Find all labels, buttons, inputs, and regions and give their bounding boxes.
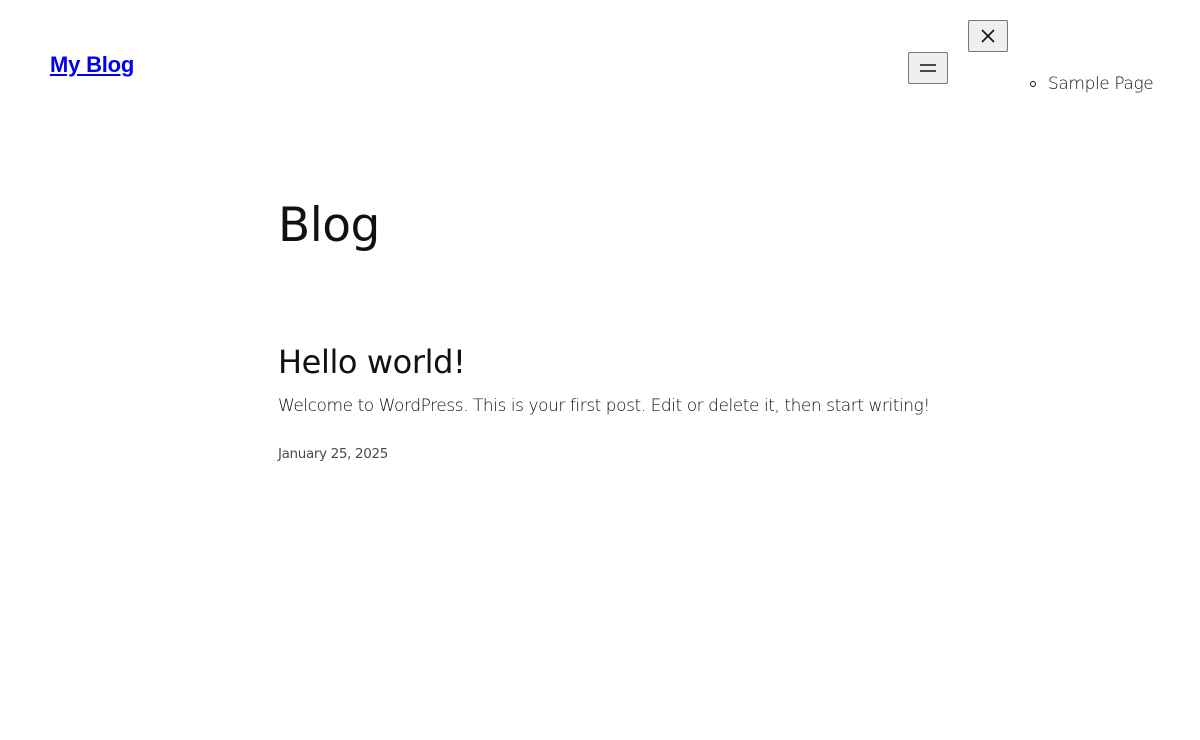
page-title: Blog [278,198,380,253]
close-icon [980,28,996,44]
post-title-link[interactable]: Hello world! [278,343,466,381]
nav-item-sample-page: Sample Page [1030,70,1154,98]
hamburger-icon [919,63,937,73]
site-title[interactable]: My Blog [50,52,134,78]
post-date: January 25, 2025 [278,446,978,462]
menu-close-button[interactable] [968,20,1008,52]
post-item: Hello world! Welcome to WordPress. This … [278,343,978,462]
list-bullet-icon [1030,81,1036,87]
page: My Blog Sample Page Blog Hello world! We… [0,0,1200,740]
post-date-link[interactable]: January 25, 2025 [278,446,388,462]
post-title: Hello world! [278,343,978,381]
nav-link-sample-page[interactable]: Sample Page [1048,74,1154,94]
menu-open-button[interactable] [908,52,948,84]
post-excerpt: Welcome to WordPress. This is your first… [278,396,930,417]
primary-navigation: Sample Page [1030,70,1154,98]
